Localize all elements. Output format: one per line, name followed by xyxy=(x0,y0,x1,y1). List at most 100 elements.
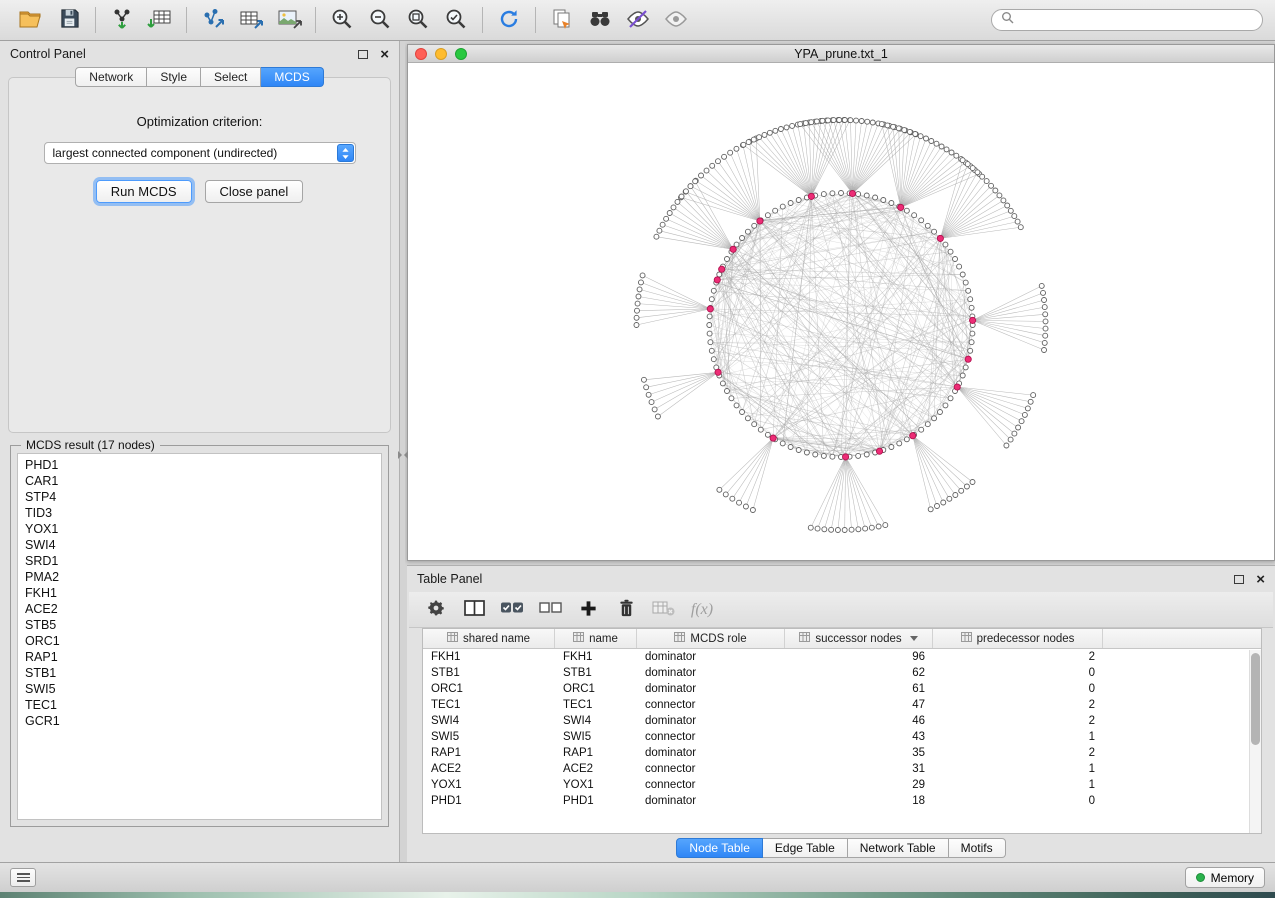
table-row[interactable]: ORC1ORC1dominator610 xyxy=(423,681,1261,697)
mcds-tab-content: Optimization criterion: largest connecte… xyxy=(8,77,391,433)
table-settings-button[interactable] xyxy=(423,595,449,625)
zoom-selected-button[interactable] xyxy=(437,3,475,37)
table-row[interactable]: YOX1YOX1connector291 xyxy=(423,777,1261,793)
table-cell: 61 xyxy=(785,681,933,697)
table-row[interactable]: PHD1PHD1dominator180 xyxy=(423,793,1261,809)
status-menu-button[interactable] xyxy=(10,868,36,887)
table-row[interactable]: TEC1TEC1connector472 xyxy=(423,697,1261,713)
search-input[interactable] xyxy=(1019,13,1253,27)
table-cell: 1 xyxy=(933,777,1103,793)
table-cell: SWI4 xyxy=(423,713,555,729)
list-item[interactable]: STP4 xyxy=(18,489,381,505)
column-header-successor-nodes[interactable]: successor nodes xyxy=(785,629,933,648)
tab-node-table[interactable]: Node Table xyxy=(676,838,763,858)
mcds-result-list[interactable]: PHD1CAR1STP4TID3YOX1SWI4SRD1PMA2FKH1ACE2… xyxy=(17,453,382,820)
tab-motifs[interactable]: Motifs xyxy=(949,838,1006,858)
table-cell: ACE2 xyxy=(555,761,637,777)
table-row[interactable]: SWI4SWI4dominator462 xyxy=(423,713,1261,729)
list-item[interactable]: RAP1 xyxy=(18,649,381,665)
find-button[interactable] xyxy=(581,3,619,37)
table-cell: 2 xyxy=(933,697,1103,713)
window-minimize-button[interactable] xyxy=(435,48,447,60)
list-item[interactable]: PHD1 xyxy=(18,457,381,473)
import-table-button[interactable] xyxy=(141,3,179,37)
hide-selected-button[interactable] xyxy=(619,3,657,37)
table-toolbar: f(x) xyxy=(409,592,1273,628)
close-panel-button[interactable]: Close panel xyxy=(205,180,304,203)
tab-network-table[interactable]: Network Table xyxy=(848,838,949,858)
window-maximize-button[interactable] xyxy=(455,48,467,60)
show-all-button[interactable] xyxy=(657,3,695,37)
list-item[interactable]: TEC1 xyxy=(18,697,381,713)
list-item[interactable]: ORC1 xyxy=(18,633,381,649)
refresh-button[interactable] xyxy=(490,3,528,37)
clone-network-button[interactable] xyxy=(543,3,581,37)
list-item[interactable]: SRD1 xyxy=(18,553,381,569)
network-canvas[interactable] xyxy=(408,63,1274,560)
export-network-button[interactable] xyxy=(194,3,232,37)
list-item[interactable]: CAR1 xyxy=(18,473,381,489)
zoom-out-button[interactable] xyxy=(361,3,399,37)
scrollbar-thumb[interactable] xyxy=(1251,653,1260,745)
select-all-rows-button[interactable] xyxy=(499,595,525,625)
clone-network-icon xyxy=(550,7,574,34)
import-network-button[interactable] xyxy=(103,3,141,37)
panel-splitter[interactable] xyxy=(400,41,405,862)
float-table-panel-icon[interactable] xyxy=(1234,575,1244,584)
status-bar: Memory xyxy=(0,862,1275,892)
criterion-select[interactable]: largest connected component (undirected) xyxy=(44,142,356,164)
delete-column-button[interactable] xyxy=(613,595,639,625)
table-row[interactable]: STB1STB1dominator620 xyxy=(423,665,1261,681)
export-image-button[interactable] xyxy=(270,3,308,37)
tab-style[interactable]: Style xyxy=(147,67,201,87)
table-row[interactable]: ACE2ACE2connector311 xyxy=(423,761,1261,777)
table-cell: FKH1 xyxy=(555,649,637,665)
export-table-button[interactable] xyxy=(232,3,270,37)
list-item[interactable]: STB5 xyxy=(18,617,381,633)
tab-mcds[interactable]: MCDS xyxy=(261,67,323,87)
list-item[interactable]: ACE2 xyxy=(18,601,381,617)
zoom-in-button[interactable] xyxy=(323,3,361,37)
column-type-icon xyxy=(799,632,810,645)
deselect-all-rows-button[interactable] xyxy=(537,595,563,625)
list-item[interactable]: SWI4 xyxy=(18,537,381,553)
list-item[interactable]: FKH1 xyxy=(18,585,381,601)
table-cell: FKH1 xyxy=(423,649,555,665)
table-cell: SWI4 xyxy=(555,713,637,729)
list-item[interactable]: GCR1 xyxy=(18,713,381,729)
close-table-panel-icon[interactable]: × xyxy=(1256,572,1265,587)
float-panel-icon[interactable] xyxy=(358,50,368,59)
column-type-icon xyxy=(447,632,458,645)
column-header-name[interactable]: name xyxy=(555,629,637,648)
table-row[interactable]: SWI5SWI5connector431 xyxy=(423,729,1261,745)
memory-button[interactable]: Memory xyxy=(1185,867,1265,888)
window-close-button[interactable] xyxy=(415,48,427,60)
list-item[interactable]: SWI5 xyxy=(18,681,381,697)
list-item[interactable]: STB1 xyxy=(18,665,381,681)
delete-table-icon xyxy=(651,598,677,621)
run-mcds-button[interactable]: Run MCDS xyxy=(96,180,192,203)
tab-network[interactable]: Network xyxy=(75,67,147,87)
list-item[interactable]: YOX1 xyxy=(18,521,381,537)
column-header-shared-name[interactable]: shared name xyxy=(423,629,555,648)
zoom-fit-button[interactable] xyxy=(399,3,437,37)
refresh-icon xyxy=(497,7,521,34)
deselect-all-icon xyxy=(537,598,563,621)
tab-edge-table[interactable]: Edge Table xyxy=(763,838,848,858)
create-column-button[interactable] xyxy=(575,595,601,625)
column-header-mcds-role[interactable]: MCDS role xyxy=(637,629,785,648)
open-file-button[interactable] xyxy=(12,3,50,37)
table-cell: ORC1 xyxy=(555,681,637,697)
close-panel-icon[interactable]: × xyxy=(380,47,389,62)
table-scrollbar[interactable] xyxy=(1249,650,1261,833)
control-panel: Control Panel × Network Style Select MCD… xyxy=(0,41,400,862)
list-item[interactable]: TID3 xyxy=(18,505,381,521)
table-cell: ORC1 xyxy=(423,681,555,697)
save-session-button[interactable] xyxy=(50,3,88,37)
show-columns-button[interactable] xyxy=(461,595,487,625)
column-header-predecessor-nodes[interactable]: predecessor nodes xyxy=(933,629,1103,648)
table-row[interactable]: FKH1FKH1dominator962 xyxy=(423,649,1261,665)
table-row[interactable]: RAP1RAP1dominator352 xyxy=(423,745,1261,761)
tab-select[interactable]: Select xyxy=(201,67,261,87)
list-item[interactable]: PMA2 xyxy=(18,569,381,585)
